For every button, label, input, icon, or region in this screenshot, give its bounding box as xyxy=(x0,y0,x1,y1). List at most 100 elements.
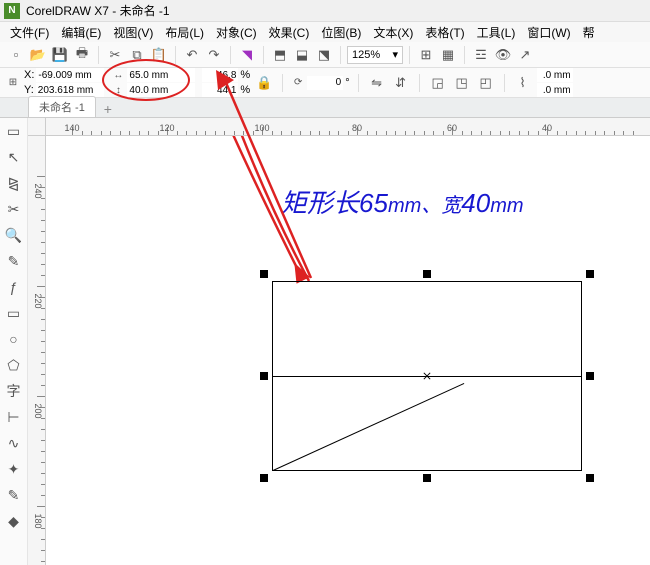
menu-tools[interactable]: 工具(L) xyxy=(471,22,522,43)
separator xyxy=(340,46,341,64)
eyedropper-tool-icon[interactable]: ✎ xyxy=(3,484,25,506)
print-icon[interactable]: 🖶 xyxy=(72,45,92,65)
copy-icon[interactable]: ⧉ xyxy=(127,45,147,65)
fill-tool-icon[interactable]: ◆ xyxy=(3,510,25,532)
view-icon[interactable]: 👁 xyxy=(493,45,513,65)
text-tool-icon[interactable]: 字 xyxy=(3,380,25,402)
canvas[interactable]: 矩形长65mm、宽40mm xyxy=(46,136,650,565)
width-icon: ↔ xyxy=(111,68,125,82)
export-icon[interactable]: ⬓ xyxy=(292,45,312,65)
selection-handle-ne[interactable] xyxy=(586,270,594,278)
zoom-combo[interactable]: 125%▾ xyxy=(347,46,403,64)
main-toolbar: ▫ 📂 💾 🖶 ✂ ⧉ 📋 ↶ ↷ ◥ ⬒ ⬓ ⬔ 125%▾ ⊞ ▦ ☲ 👁 … xyxy=(0,42,650,68)
app-icon: N xyxy=(4,3,20,19)
height-input[interactable] xyxy=(127,83,195,97)
open-icon[interactable]: 📂 xyxy=(28,45,48,65)
separator xyxy=(504,74,505,92)
ruler-vertical[interactable]: 240220200180 xyxy=(28,136,46,565)
ruler-corner[interactable] xyxy=(28,118,46,136)
shape-tool-icon[interactable]: ⧎ xyxy=(3,172,25,194)
title-bar: N CorelDRAW X7 - 未命名 -1 xyxy=(0,0,650,22)
menu-effect[interactable]: 效果(C) xyxy=(263,22,316,43)
selection-handle-w[interactable] xyxy=(260,372,268,380)
canvas-shell: 140120100806040 240220200180 矩形长65mm、宽40… xyxy=(28,118,650,565)
shape-diagonal xyxy=(273,383,465,471)
selection-handle-s[interactable] xyxy=(423,474,431,482)
zoom-tool-icon[interactable]: 🔍 xyxy=(3,224,25,246)
ellipse-tool-icon[interactable]: ○ xyxy=(3,328,25,350)
menu-edit[interactable]: 编辑(E) xyxy=(55,22,107,43)
pointer-tool-icon[interactable]: ↖ xyxy=(3,146,25,168)
tab-active[interactable]: 未命名 -1 xyxy=(28,96,96,117)
width-input[interactable] xyxy=(127,68,195,82)
lock-ratio-icon[interactable]: 🔒 xyxy=(254,73,274,93)
redo-icon[interactable]: ↷ xyxy=(204,45,224,65)
height-icon: ↕ xyxy=(111,83,125,97)
menu-object[interactable]: 对象(C) xyxy=(210,22,263,43)
menu-file[interactable]: 文件(F) xyxy=(4,22,55,43)
cut-icon[interactable]: ✂ xyxy=(105,45,125,65)
corner-round-icon[interactable]: ◲ xyxy=(428,73,448,93)
work-area: ▭ ↖ ⧎ ✂ 🔍 ✎ ƒ ▭ ○ ⬠ 字 ⊢ ∿ ✦ ✎ ◆ 14012010… xyxy=(0,118,650,565)
freehand-tool-icon[interactable]: ✎ xyxy=(3,250,25,272)
search-icon[interactable]: ◥ xyxy=(237,45,257,65)
connector-tool-icon[interactable]: ∿ xyxy=(3,432,25,454)
grid-icon[interactable]: ▦ xyxy=(438,45,458,65)
dimension-tool-icon[interactable]: ⊢ xyxy=(3,406,25,428)
menu-text[interactable]: 文本(X) xyxy=(367,22,419,43)
selection-handle-nw[interactable] xyxy=(260,270,268,278)
scale-group: % % xyxy=(202,68,250,97)
mirror-v-icon[interactable]: ⇵ xyxy=(391,73,411,93)
y-input[interactable] xyxy=(36,83,104,97)
outline-group xyxy=(537,68,573,97)
paste-icon[interactable]: 📋 xyxy=(149,45,169,65)
wrap-icon[interactable]: ⌇ xyxy=(513,73,533,93)
corner-chamfer-icon[interactable]: ◰ xyxy=(476,73,496,93)
import-icon[interactable]: ⬒ xyxy=(270,45,290,65)
annotation-text: 矩形长65mm、宽40mm xyxy=(281,183,524,220)
menu-view[interactable]: 视图(V) xyxy=(107,22,159,43)
separator xyxy=(230,46,231,64)
separator xyxy=(409,46,410,64)
scale-x-input[interactable] xyxy=(202,68,238,82)
effects-tool-icon[interactable]: ✦ xyxy=(3,458,25,480)
menu-bar: 文件(F) 编辑(E) 视图(V) 布局(L) 对象(C) 效果(C) 位图(B… xyxy=(0,22,650,42)
title-text: CorelDRAW X7 - 未命名 -1 xyxy=(26,2,170,19)
save-icon[interactable]: 💾 xyxy=(50,45,70,65)
ruler-horizontal[interactable]: 140120100806040 xyxy=(46,118,650,136)
undo-icon[interactable]: ↶ xyxy=(182,45,202,65)
menu-layout[interactable]: 布局(L) xyxy=(159,22,210,43)
menu-table[interactable]: 表格(T) xyxy=(419,22,470,43)
options-icon[interactable]: ☲ xyxy=(471,45,491,65)
menu-window[interactable]: 窗口(W) xyxy=(521,22,576,43)
rectangle-tool-icon[interactable]: ▭ xyxy=(3,302,25,324)
artistic-tool-icon[interactable]: ƒ xyxy=(3,276,25,298)
separator xyxy=(98,46,99,64)
new-icon[interactable]: ▫ xyxy=(6,45,26,65)
selection-handle-e[interactable] xyxy=(586,372,594,380)
outline2-input[interactable] xyxy=(537,83,573,97)
mirror-h-icon[interactable]: ⇋ xyxy=(367,73,387,93)
tab-add-button[interactable]: + xyxy=(100,101,116,117)
x-input[interactable] xyxy=(36,68,104,82)
outline1-input[interactable] xyxy=(537,68,573,82)
menu-help[interactable]: 帮 xyxy=(577,22,601,43)
scale-y-input[interactable] xyxy=(202,83,238,97)
property-bar: ⊞ X: Y: ↔ ↕ % % 🔒 ⟳ ° ⇋ ⇵ ◲ ◳ ◰ ⌇ xyxy=(0,68,650,98)
rotation-input[interactable] xyxy=(307,76,343,90)
separator xyxy=(175,46,176,64)
selection-handle-n[interactable] xyxy=(423,270,431,278)
launch-icon[interactable]: ↗ xyxy=(515,45,535,65)
selection-handle-se[interactable] xyxy=(586,474,594,482)
crop-tool-icon[interactable]: ✂ xyxy=(3,198,25,220)
publish-icon[interactable]: ⬔ xyxy=(314,45,334,65)
corner-scallop-icon[interactable]: ◳ xyxy=(452,73,472,93)
polygon-tool-icon[interactable]: ⬠ xyxy=(3,354,25,376)
menu-bitmap[interactable]: 位图(B) xyxy=(315,22,367,43)
position-icon: ⊞ xyxy=(6,76,20,90)
pick-tool-icon[interactable]: ▭ xyxy=(3,120,25,142)
snap-icon[interactable]: ⊞ xyxy=(416,45,436,65)
separator xyxy=(464,46,465,64)
shape-rectangle[interactable] xyxy=(272,281,582,471)
selection-handle-sw[interactable] xyxy=(260,474,268,482)
